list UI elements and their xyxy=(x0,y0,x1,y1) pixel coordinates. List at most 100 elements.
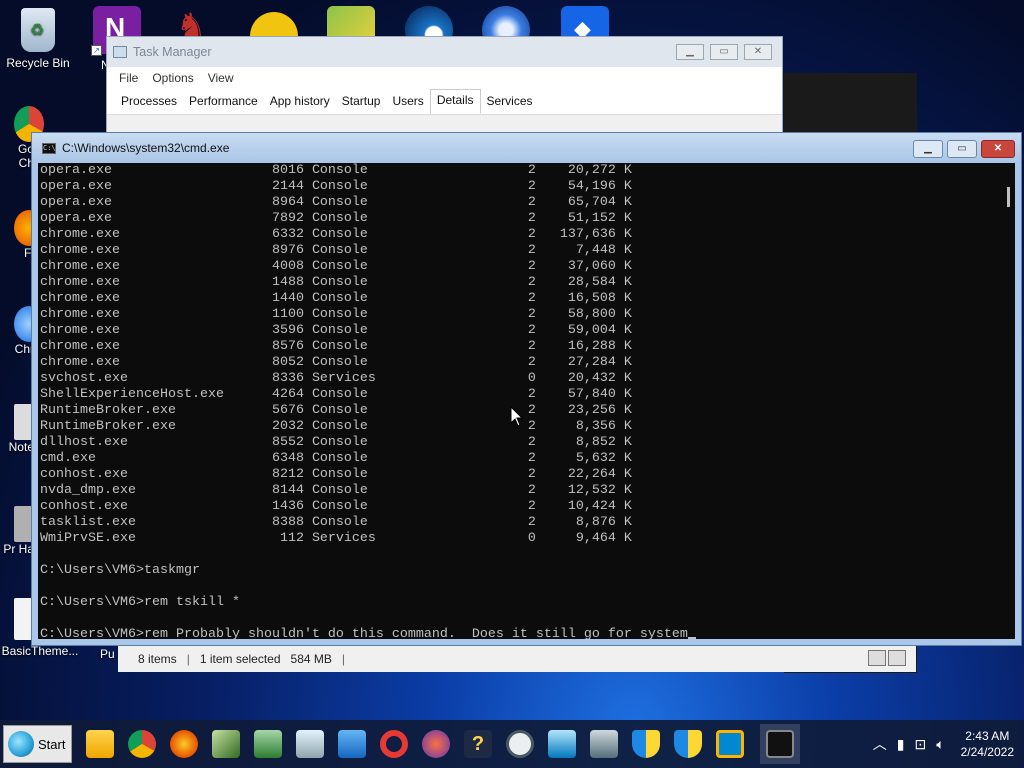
security-icon[interactable] xyxy=(674,730,702,758)
task-manager-title: Task Manager xyxy=(133,45,212,59)
process-row: opera.exe 2144 Console 2 54,196 K xyxy=(40,179,632,194)
window-icon[interactable] xyxy=(716,730,744,758)
printer-stub-label: Pr Ha xyxy=(3,542,34,556)
printer-shortcut[interactable]: Pr Ha xyxy=(0,506,44,556)
recycle-bin-icon[interactable]: ♻ Recycle Bin xyxy=(0,8,76,70)
process-row: dllhost.exe 8552 Console 2 8,852 K xyxy=(40,435,632,450)
file-explorer-icon[interactable] xyxy=(86,730,114,758)
clock-app-icon[interactable] xyxy=(506,730,534,758)
shortcut-arrow-icon: ↗ xyxy=(91,45,102,56)
menu-options[interactable]: Options xyxy=(152,71,193,85)
process-row: opera.exe 8964 Console 2 65,704 K xyxy=(40,195,632,210)
process-row: opera.exe 8016 Console 2 20,272 K xyxy=(40,163,632,178)
console-scrollbar[interactable] xyxy=(999,163,1015,639)
console-area[interactable]: opera.exe 8016 Console 2 20,272 Kopera.e… xyxy=(38,163,1015,639)
process-row: chrome.exe 1100 Console 2 58,800 K xyxy=(40,307,632,322)
process-row: tasklist.exe 8388 Console 2 8,876 K xyxy=(40,515,632,530)
cmd-icon xyxy=(766,730,794,758)
clock[interactable]: 2:43 AM 2/24/2022 xyxy=(961,728,1014,760)
tab-details[interactable]: Details xyxy=(429,89,481,114)
close-button[interactable]: ✕ xyxy=(744,44,772,60)
task-manager-status-bar: 8 items | 1 item selected 584 MB | xyxy=(118,644,916,672)
status-item-count: 8 items xyxy=(138,651,177,666)
mouse-cursor-icon xyxy=(510,406,524,427)
help-icon[interactable]: ? xyxy=(464,730,492,758)
task-manager-icon xyxy=(113,46,127,58)
cmd-window[interactable]: C:\ C:\Windows\system32\cmd.exe ▁ ▭ ✕ op… xyxy=(31,132,1022,646)
tab-users[interactable]: Users xyxy=(386,94,429,114)
task-manager-title-bar[interactable]: Task Manager ▁ ▭ ✕ xyxy=(107,37,782,67)
tab-services[interactable]: Services xyxy=(481,94,539,114)
task-manager-menu: File Options View xyxy=(107,67,782,89)
battery-icon[interactable]: ▮ xyxy=(897,736,905,753)
process-row: cmd.exe 6348 Console 2 5,632 K xyxy=(40,451,632,466)
process-row: chrome.exe 1440 Console 2 16,508 K xyxy=(40,291,632,306)
cmd-close-button[interactable]: ✕ xyxy=(981,140,1015,158)
maximize-button[interactable]: ▭ xyxy=(710,44,738,60)
command-line: C:\Users\VM6>rem Probably shouldn't do t… xyxy=(40,627,696,639)
process-row: nvda_dmp.exe 8144 Console 2 12,532 K xyxy=(40,483,632,498)
task-manager-window[interactable]: Task Manager ▁ ▭ ✕ File Options View Pro… xyxy=(106,36,783,136)
process-row: chrome.exe 3596 Console 2 59,004 K xyxy=(40,323,632,338)
process-row: RuntimeBroker.exe 5676 Console 2 23,256 … xyxy=(40,403,632,418)
system-tray: ︿ ▮ ⊡ 🔈︎ 2:43 AM 2/24/2022 xyxy=(873,720,1024,768)
process-row: chrome.exe 4008 Console 2 37,060 K xyxy=(40,259,632,274)
google-chrome-shortcut[interactable]: Go Ch xyxy=(0,106,44,170)
start-button[interactable]: Start xyxy=(3,725,72,763)
minimize-button[interactable]: ▁ xyxy=(676,44,704,60)
menu-view[interactable]: View xyxy=(208,71,234,85)
clock-time: 2:43 AM xyxy=(965,729,1010,743)
cmd-title-bar[interactable]: C:\ C:\Windows\system32\cmd.exe ▁ ▭ ✕ xyxy=(32,133,1021,163)
firefox-icon[interactable] xyxy=(170,730,198,758)
scrollbar-thumb[interactable] xyxy=(1007,187,1010,207)
process-row: chrome.exe 6332 Console 2 137,636 K xyxy=(40,227,632,242)
process-row: conhost.exe 8212 Console 2 22,264 K xyxy=(40,467,632,482)
cmd-title: C:\Windows\system32\cmd.exe xyxy=(62,141,230,155)
network-icon[interactable] xyxy=(590,730,618,758)
tab-startup[interactable]: Startup xyxy=(336,94,387,114)
cmd-minimize-button[interactable]: ▁ xyxy=(913,140,943,158)
recycle-bin-label: Recycle Bin xyxy=(6,56,70,70)
recycle-bin-glyph-icon: ♻ xyxy=(21,8,55,52)
process-row: conhost.exe 1436 Console 2 10,424 K xyxy=(40,499,632,514)
console-output: opera.exe 8016 Console 2 20,272 Kopera.e… xyxy=(40,163,696,639)
defender-icon[interactable] xyxy=(632,730,660,758)
chrome-icon[interactable] xyxy=(128,730,156,758)
text-cursor xyxy=(687,637,696,639)
process-row: svchost.exe 8336 Services 0 20,432 K xyxy=(40,371,632,386)
sysinfo-icon[interactable] xyxy=(254,730,282,758)
status-size: 584 MB xyxy=(290,651,332,666)
remote-desktop-icon[interactable] xyxy=(548,730,576,758)
menu-file[interactable]: File xyxy=(119,71,138,85)
process-row: chrome.exe 8052 Console 2 27,284 K xyxy=(40,355,632,370)
status-selected: 1 item selected xyxy=(199,651,281,666)
firefox-shortcut[interactable]: Fi xyxy=(0,210,44,260)
taskbar: Start ? ︿ ▮ ⊡ 🔈︎ 2:43 AM 2/24/2022 xyxy=(0,720,1024,768)
process-row: RuntimeBroker.exe 2032 Console 2 8,356 K xyxy=(40,419,632,434)
opera-icon[interactable] xyxy=(380,730,408,758)
notepad-plus-icon[interactable] xyxy=(212,730,240,758)
show-hidden-icons-icon[interactable]: ︿ xyxy=(873,734,887,754)
notepad-shortcut[interactable]: Note xyxy=(0,404,44,454)
cmd-icon: C:\ xyxy=(42,142,56,154)
task-manager-tabs: Processes Performance App history Startu… xyxy=(107,89,782,115)
cmd-maximize-button[interactable]: ▭ xyxy=(947,140,977,158)
nvda-icon[interactable] xyxy=(422,730,450,758)
taskbar-apps: ? xyxy=(86,724,800,764)
media-player-icon[interactable] xyxy=(338,730,366,758)
status-separator: | xyxy=(186,651,190,666)
volume-icon[interactable]: 🔈︎ xyxy=(936,736,944,753)
process-row: WmiPrvSE.exe 112 Services 0 9,464 K xyxy=(40,531,632,546)
cmd-taskbar-button[interactable] xyxy=(760,724,800,764)
process-row: opera.exe 7892 Console 2 51,152 K xyxy=(40,211,632,226)
details-view-icon[interactable] xyxy=(868,650,886,666)
process-row: chrome.exe 8976 Console 2 7,448 K xyxy=(40,243,632,258)
tab-performance[interactable]: Performance xyxy=(183,94,264,114)
chrome-second-shortcut[interactable]: Chr xyxy=(0,306,44,356)
network-status-icon[interactable]: ⊡ xyxy=(914,736,926,753)
notepad-icon[interactable] xyxy=(296,730,324,758)
tiles-view-icon[interactable] xyxy=(888,650,906,666)
tab-app-history[interactable]: App history xyxy=(264,94,336,114)
tab-processes[interactable]: Processes xyxy=(115,94,183,114)
